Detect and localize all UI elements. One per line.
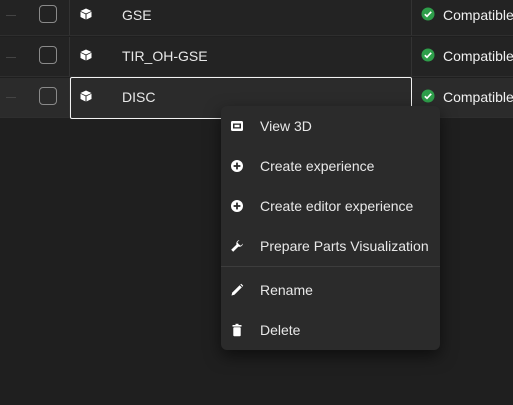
- row-name: GSE: [122, 7, 152, 23]
- menu-item-label: Rename: [260, 282, 313, 298]
- menu-item-prepare-parts-visualization[interactable]: Prepare Parts Visualization: [221, 226, 440, 266]
- menu-item-view-3d[interactable]: View 3D: [221, 106, 440, 146]
- menu-item-create-experience[interactable]: Create experience: [221, 146, 440, 186]
- menu-divider: [221, 266, 440, 267]
- view-3d-icon: [231, 121, 243, 131]
- column-divider: [411, 37, 412, 76]
- drag-handle[interactable]: [6, 97, 16, 98]
- pencil-icon: [231, 283, 244, 296]
- menu-item-delete[interactable]: Delete: [221, 310, 440, 350]
- row-status: Compatible: [443, 89, 513, 105]
- drag-handle[interactable]: [6, 57, 16, 58]
- menu-item-rename[interactable]: Rename: [221, 270, 440, 310]
- menu-item-label: Prepare Parts Visualization: [260, 238, 429, 254]
- table-row[interactable]: TIR_OH-GSE Compatible: [0, 37, 513, 77]
- trash-icon: [232, 323, 242, 337]
- check-circle-icon: [421, 89, 435, 103]
- context-menu: View 3D Create experience Create editor …: [221, 106, 440, 350]
- row-status: Compatible: [443, 48, 513, 64]
- wrench-icon: [231, 240, 243, 252]
- menu-item-label: Create editor experience: [260, 198, 414, 214]
- add-circle-icon: [231, 160, 243, 172]
- table-row[interactable]: GSE Compatible: [0, 0, 513, 36]
- add-circle-icon: [231, 200, 243, 212]
- column-divider: [69, 37, 70, 76]
- row-name: TIR_OH-GSE: [122, 48, 208, 64]
- column-divider: [411, 0, 412, 35]
- row-checkbox[interactable]: [39, 5, 57, 23]
- menu-item-create-editor-experience[interactable]: Create editor experience: [221, 186, 440, 226]
- menu-item-label: View 3D: [260, 118, 312, 134]
- drag-handle[interactable]: [6, 15, 16, 16]
- row-status: Compatible: [443, 7, 513, 23]
- menu-item-label: Create experience: [260, 158, 375, 174]
- column-divider: [69, 0, 70, 35]
- check-circle-icon: [421, 48, 435, 62]
- row-checkbox[interactable]: [39, 87, 57, 105]
- check-circle-icon: [421, 7, 435, 21]
- menu-item-label: Delete: [260, 322, 301, 338]
- cube-icon: [80, 49, 92, 61]
- cube-icon: [80, 8, 92, 20]
- row-checkbox[interactable]: [39, 46, 57, 64]
